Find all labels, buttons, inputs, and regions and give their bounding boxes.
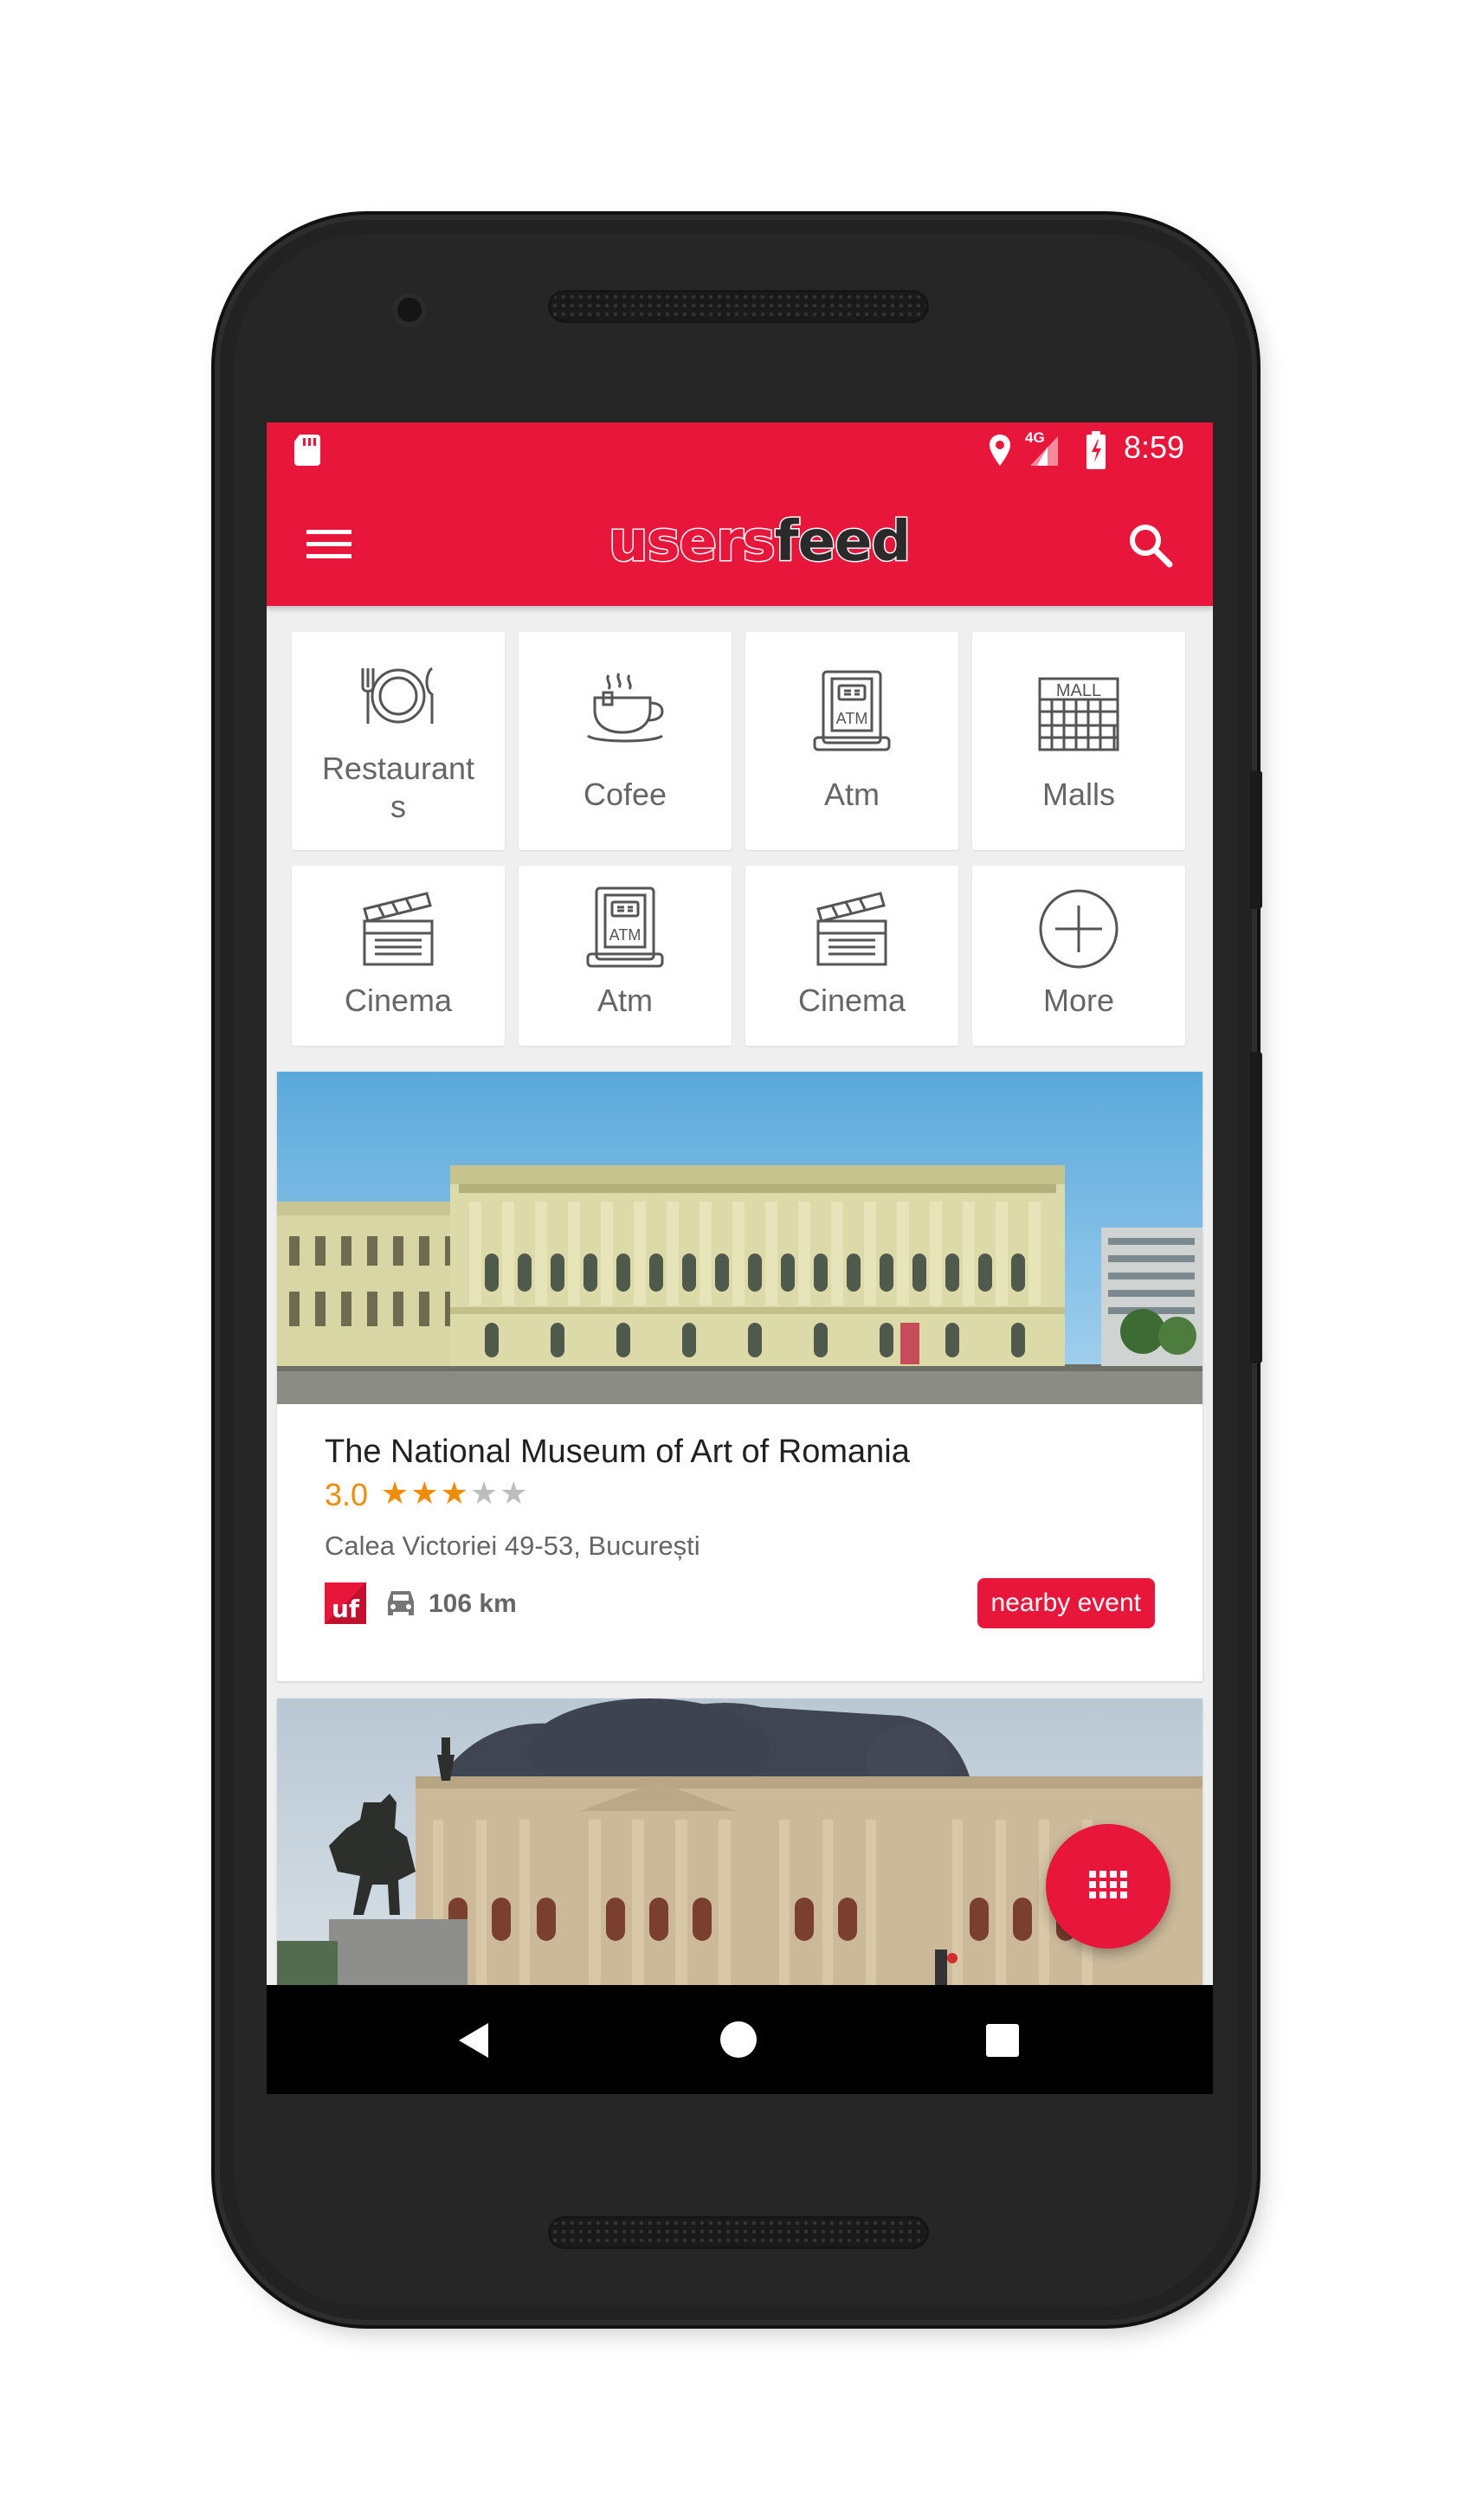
rating-value: 3.0 [325, 1477, 369, 1512]
recents-icon[interactable] [985, 2023, 1020, 2058]
star-filled-icon: ★ [381, 1475, 411, 1511]
logo-users: users [608, 509, 777, 576]
svg-text:ATM: ATM [836, 710, 868, 727]
sd-card-icon [294, 435, 320, 466]
app-logo: usersfeed [608, 507, 912, 577]
clapperboard-icon [816, 892, 887, 966]
status-bar: 4G 8:59 [267, 422, 1213, 478]
mall-icon: MALL [1038, 677, 1119, 751]
star-empty-icon: ★ [469, 1475, 500, 1511]
distance-label: 106 km [429, 1589, 517, 1618]
tile-label: Atm [823, 777, 880, 812]
logo-feed: feed [773, 509, 912, 576]
location-icon [990, 435, 1010, 466]
status-time: 8:59 [1124, 429, 1185, 465]
hamburger-menu-icon[interactable] [306, 528, 351, 561]
grid-fab-button[interactable] [1046, 1824, 1170, 1949]
star-empty-icon: ★ [500, 1475, 530, 1511]
tile-label: Restaurant s [321, 751, 475, 824]
tile-label: Atm [596, 983, 653, 1018]
place-title: The National Museum of Art of Romania [325, 1434, 910, 1470]
star-filled-icon: ★ [410, 1475, 441, 1511]
category-tile-more[interactable]: More [972, 866, 1185, 1046]
app-bar: usersfeed [267, 478, 1213, 606]
signal-icon [1030, 436, 1058, 466]
category-tile-atm[interactable]: ATM Atm [745, 632, 958, 850]
grid-icon [1089, 1871, 1127, 1898]
place-address: Calea Victoriei 49-53, București [325, 1531, 700, 1561]
front-camera [392, 293, 427, 327]
place-card[interactable]: The National Museum of Art of Romania 3.… [277, 1072, 1202, 1681]
category-tile-atm-2[interactable]: ATM Atm [519, 866, 732, 1046]
atm-icon: ATM [586, 886, 664, 968]
tile-label: Cinema [797, 983, 906, 1018]
category-tile-cinema-2[interactable]: Cinema [745, 866, 958, 1046]
museum-building-image [277, 1072, 1202, 1404]
svg-text:uf: uf [332, 1595, 360, 1623]
star-filled-icon: ★ [440, 1475, 470, 1511]
power-button [1250, 770, 1262, 909]
coffee-cup-icon [587, 673, 664, 743]
atm-icon: ATM [813, 670, 891, 751]
system-navigation-bar [267, 1985, 1213, 2094]
battery-charging-icon [1086, 431, 1106, 469]
tile-label: Cofee [583, 777, 667, 812]
svg-text:MALL: MALL [1056, 681, 1101, 700]
bottom-speaker [548, 2216, 929, 2249]
plus-circle-icon [1039, 889, 1119, 969]
tile-label: More [1042, 983, 1115, 1018]
tile-label: Malls [1041, 777, 1115, 812]
car-icon [388, 1591, 414, 1615]
place-photo [277, 1072, 1202, 1404]
home-icon[interactable] [719, 2020, 758, 2059]
top-speaker [548, 290, 929, 323]
category-tile-malls[interactable]: MALL Malls [972, 632, 1185, 850]
category-tile-cinema[interactable]: Cinema [292, 866, 505, 1046]
svg-text:ATM: ATM [609, 926, 642, 944]
restaurant-icon [361, 667, 434, 724]
screen: 4G 8:59 usersfeed Restaurant s Cofee ATM… [267, 422, 1213, 2094]
nearby-event-badge[interactable]: nearby event [977, 1578, 1155, 1628]
category-tile-restaurants[interactable]: Restaurant s [292, 632, 505, 850]
category-tile-coffee[interactable]: Cofee [519, 632, 732, 850]
volume-button [1250, 1052, 1262, 1363]
tile-label: Cinema [344, 983, 453, 1018]
back-icon[interactable] [455, 2021, 490, 2059]
search-icon[interactable] [1128, 523, 1173, 568]
usersfeed-mini-logo-icon: uf [325, 1582, 366, 1624]
clapperboard-icon [363, 892, 434, 966]
rating-stars: ★★★★★ [381, 1475, 529, 1511]
